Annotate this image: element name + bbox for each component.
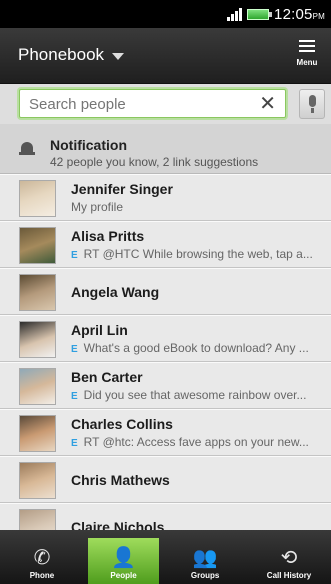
- tab-groups[interactable]: 👥 Groups: [163, 530, 247, 584]
- contact-status-text: Did you see that awesome rainbow over...: [83, 388, 307, 402]
- contact-status-text: My profile: [71, 200, 124, 214]
- phonebook-dropdown[interactable]: Phonebook: [18, 45, 125, 65]
- bottom-nav: ✆ Phone 👤 People 👥 Groups ⟲ Call History: [0, 530, 331, 584]
- battery-icon: [247, 8, 273, 20]
- avatar: [19, 180, 56, 217]
- tab-label: Call History: [266, 571, 312, 580]
- contact-row[interactable]: Angela Wang: [0, 268, 331, 315]
- signal-icon: [227, 7, 243, 21]
- avatar: [19, 227, 56, 264]
- person-icon: 👤: [111, 546, 136, 569]
- menu-label: Menu: [296, 58, 318, 67]
- contact-name: Angela Wang: [71, 284, 160, 300]
- menu-button[interactable]: Menu: [290, 36, 324, 78]
- contact-status: E RT @htc: Access fave apps on your new..…: [71, 435, 325, 449]
- contact-status: My profile: [71, 200, 325, 214]
- contact-row[interactable]: Chris Mathews: [0, 456, 331, 503]
- contact-row[interactable]: Alisa Pritts E RT @HTC While browsing the …: [0, 221, 331, 268]
- avatar: [19, 462, 56, 499]
- tab-phone[interactable]: ✆ Phone: [0, 530, 84, 584]
- contact-row[interactable]: April Lin E What's a good eBook to downloa…: [0, 315, 331, 362]
- contact-name: April Lin: [71, 322, 128, 338]
- tab-call-history[interactable]: ⟲ Call History: [247, 530, 331, 584]
- page-title: Phonebook: [18, 45, 105, 64]
- tab-people[interactable]: 👤 People: [87, 538, 160, 584]
- twitter-icon: E: [71, 438, 78, 449]
- clock: 12:05PM: [274, 5, 325, 23]
- tab-label: Groups: [190, 571, 220, 580]
- twitter-icon: E: [71, 250, 78, 261]
- notification-title: Notification: [50, 137, 127, 153]
- notification-row[interactable]: Notification 42 people you know, 2 link …: [0, 124, 331, 174]
- contact-name: Alisa Pritts: [71, 228, 145, 244]
- microphone-icon: [309, 95, 316, 107]
- contact-row[interactable]: Jennifer Singer My profile: [0, 174, 331, 221]
- menu-icon: [299, 40, 315, 52]
- avatar: [19, 509, 56, 530]
- search-area: ✕: [0, 84, 331, 124]
- contact-name: Claire Nichols: [71, 519, 165, 530]
- contact-name: Jennifer Singer: [71, 181, 173, 197]
- avatar: [19, 415, 56, 452]
- contact-row[interactable]: Claire Nichols: [0, 503, 331, 530]
- app-header: Phonebook Menu: [0, 28, 331, 84]
- contact-status-text: What's a good eBook to download? Any ...: [83, 341, 309, 355]
- clear-search-icon[interactable]: ✕: [259, 92, 276, 116]
- phone-icon: ✆: [33, 546, 51, 569]
- contact-status-text: RT @HTC While browsing the web, tap a...: [83, 247, 313, 261]
- contact-status: E What's a good eBook to download? Any ..…: [71, 341, 325, 355]
- avatar: [19, 274, 56, 311]
- tab-label: People: [110, 571, 137, 580]
- tab-label: Phone: [29, 571, 55, 580]
- call-history-icon: ⟲: [280, 546, 298, 569]
- contact-name: Chris Mathews: [71, 472, 170, 488]
- notification-subtitle: 42 people you know, 2 link suggestions: [50, 155, 259, 169]
- search-input[interactable]: [29, 94, 249, 114]
- bell-icon: [19, 142, 35, 156]
- status-icons: 12:05PM: [227, 5, 325, 23]
- avatar: [19, 321, 56, 358]
- contact-list[interactable]: Jennifer Singer My profile Alisa Pritts E RT…: [0, 174, 331, 530]
- twitter-icon: E: [71, 391, 78, 402]
- status-bar: 12:05PM: [0, 0, 331, 28]
- twitter-icon: E: [71, 344, 78, 355]
- contact-row[interactable]: Charles Collins E RT @htc: Access fave app…: [0, 409, 331, 456]
- voice-search-button[interactable]: [299, 89, 325, 119]
- contact-status: E RT @HTC While browsing the web, tap a..…: [71, 247, 325, 261]
- groups-icon: 👥: [192, 546, 218, 569]
- contact-status-text: RT @htc: Access fave apps on your new...: [83, 435, 309, 449]
- avatar: [19, 368, 56, 405]
- contact-status: E Did you see that awesome rainbow over..…: [71, 388, 325, 402]
- search-box: ✕: [19, 89, 286, 118]
- contact-row[interactable]: Ben Carter E Did you see that awesome rain…: [0, 362, 331, 409]
- caret-down-icon: [112, 52, 125, 60]
- contact-name: Ben Carter: [71, 369, 143, 385]
- contact-name: Charles Collins: [71, 416, 173, 432]
